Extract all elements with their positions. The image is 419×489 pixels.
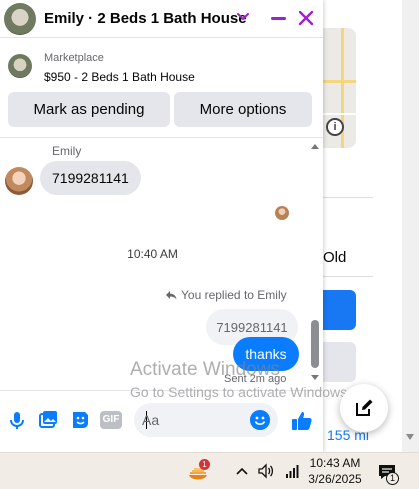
mark-as-pending-button[interactable]: Mark as pending <box>8 92 170 127</box>
thumbs-up-icon[interactable] <box>290 409 314 433</box>
clock-date: 3/26/2025 <box>308 472 362 486</box>
divider <box>323 276 373 277</box>
marketplace-listing-banner[interactable]: Marketplace $950 - 2 Beds 1 Bath House <box>0 44 323 88</box>
notification-count-badge: 1 <box>386 472 399 485</box>
scroll-down-arrow-icon[interactable] <box>311 375 319 380</box>
minimize-button[interactable] <box>271 17 286 20</box>
app-notification-badge: 1 <box>199 459 210 470</box>
listing-thumbnail <box>8 54 32 78</box>
messages-scrollbar-thumb[interactable] <box>311 320 319 368</box>
scroll-down-arrow-icon[interactable] <box>406 434 414 440</box>
divider <box>323 197 373 198</box>
message-input-container[interactable] <box>134 403 278 437</box>
chat-title[interactable]: Emily · 2 Beds 1 Bath House <box>44 10 247 27</box>
activation-watermark-subtitle: Go to Settings to activate Windows. <box>130 384 351 400</box>
divider <box>0 137 323 138</box>
message-timestamp: 10:40 AM <box>127 247 178 261</box>
windows-taskbar: 1 10:43 AM 3/26/2025 1 <box>0 452 419 489</box>
reply-indicator: You replied to Emily <box>165 288 287 302</box>
reply-note-text: You replied to Emily <box>181 288 287 302</box>
compose-icon <box>356 399 373 416</box>
message-input[interactable] <box>142 410 242 430</box>
clock-time: 10:43 AM <box>309 456 361 470</box>
primary-action-button-partial[interactable] <box>323 290 356 330</box>
activation-watermark-title: Activate Windows <box>130 359 280 380</box>
chat-header[interactable]: Emily · 2 Beds 1 Bath House <box>0 0 323 38</box>
read-receipt-avatar <box>275 206 289 220</box>
microphone-icon[interactable] <box>6 409 28 431</box>
network-icon[interactable] <box>284 462 300 480</box>
volume-icon[interactable] <box>257 463 275 479</box>
incoming-message-bubble[interactable]: 7199281141 <box>40 161 141 195</box>
photo-icon[interactable] <box>37 409 59 431</box>
avatar[interactable] <box>5 167 33 195</box>
reply-arrow-icon <box>166 291 177 300</box>
taskbar-clock[interactable]: 10:43 AM 3/26/2025 <box>306 455 364 487</box>
listing-avatar[interactable] <box>4 3 36 35</box>
partial-text: Old <box>323 249 347 266</box>
more-options-button[interactable]: More options <box>174 92 312 127</box>
page-scrollbar[interactable] <box>402 0 419 452</box>
emoji-icon[interactable] <box>250 410 270 430</box>
close-icon[interactable] <box>297 9 315 27</box>
scroll-up-arrow-icon[interactable] <box>311 144 319 149</box>
sticker-icon[interactable] <box>69 409 91 431</box>
info-icon[interactable]: i <box>326 118 344 136</box>
chevron-down-icon[interactable] <box>236 9 250 23</box>
chevron-up-icon[interactable] <box>236 466 248 476</box>
secondary-action-button-partial[interactable] <box>323 342 356 382</box>
sender-name: Emily <box>52 144 82 158</box>
marketplace-label: Marketplace <box>44 52 104 64</box>
new-message-button[interactable] <box>340 384 388 432</box>
gif-icon[interactable]: GIF <box>100 411 122 429</box>
listing-title: $950 - 2 Beds 1 Bath House <box>44 70 195 84</box>
